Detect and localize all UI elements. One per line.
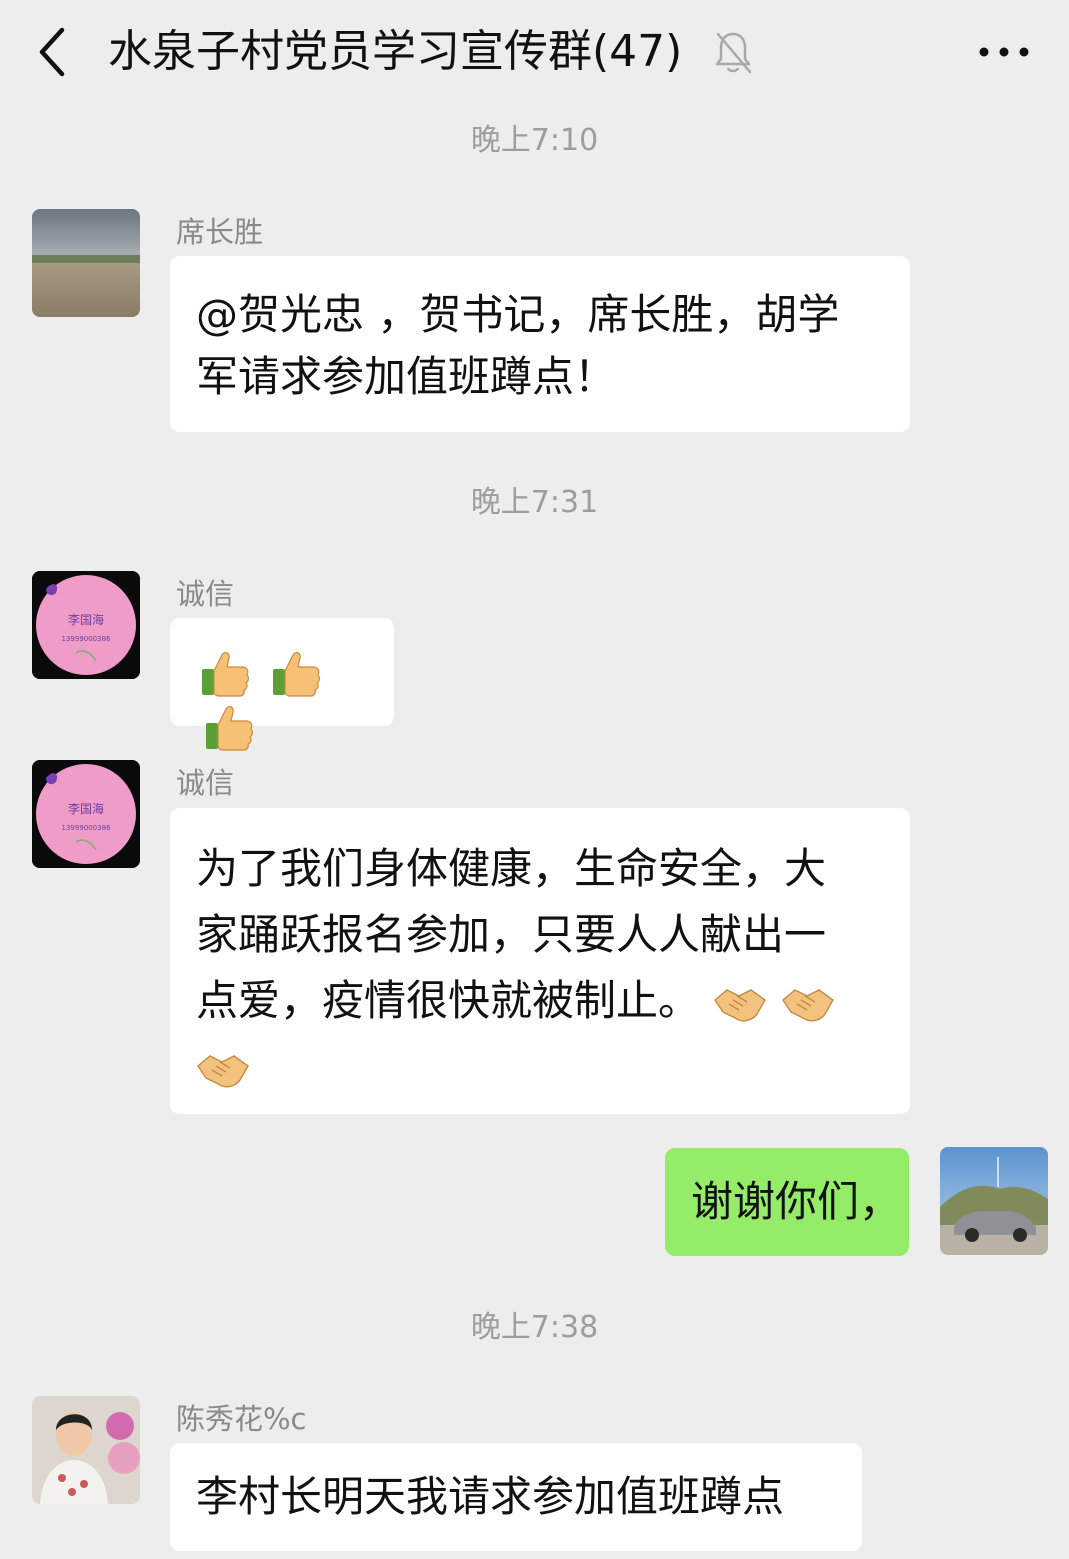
- avatar-phone-text: 13999000386: [62, 824, 112, 832]
- thumbs-up-icon: [202, 651, 249, 697]
- message-text-line: 点爱，疫情很快就被制止。: [196, 976, 701, 1025]
- avatar-chengxin[interactable]: 李国海 13999000386: [32, 571, 140, 679]
- message-bubble[interactable]: 为了我们身体健康，生命安全，大 家踊跃报名参加，只要人人献出一 点爱，疫情很快就…: [170, 808, 910, 1114]
- message-text-line: @贺光忠 ，贺书记，席长胜，胡学: [196, 290, 840, 339]
- sender-name: 席长胜: [176, 215, 264, 249]
- avatar-phone-text: 13999000386: [62, 635, 112, 643]
- message-text-line: 为了我们身体健康，生命安全，大: [196, 844, 827, 893]
- thumbs-up-icon: [273, 651, 321, 697]
- sender-name: 诚信: [176, 577, 235, 611]
- group-title: 水泉子村党员学习宣传群(47): [108, 26, 683, 77]
- back-button[interactable]: [30, 24, 80, 80]
- pink-circle-avatar-image: 李国海 13999000386: [32, 571, 140, 679]
- sender-name: 陈秀花%c: [176, 1402, 307, 1436]
- avatar-chenxiuhua[interactable]: [32, 1396, 140, 1504]
- avatar-chengxin[interactable]: 李国海 13999000386: [32, 760, 140, 868]
- message-bubble[interactable]: 李村长明天我请求参加值班蹲点: [170, 1443, 862, 1551]
- more-dots-icon: [979, 47, 1029, 57]
- my-avatar[interactable]: [940, 1147, 1048, 1255]
- handshake-icon: [197, 1054, 249, 1087]
- message-text-line: 军请求参加值班蹲点！: [196, 352, 617, 401]
- avatar-name-text: 李国海: [68, 612, 104, 627]
- message-timestamp: 晚上7:38: [470, 1310, 599, 1345]
- sender-name: 诚信: [176, 766, 235, 800]
- message-timestamp: 晚上7:31: [470, 485, 599, 520]
- thumbs-up-icon: [206, 706, 253, 751]
- message-timestamp: 晚上7:10: [470, 123, 599, 158]
- chat-header: 水泉子村党员学习宣传群(47): [0, 0, 1069, 104]
- handshake-icon: [714, 988, 767, 1021]
- my-message-bubble[interactable]: 谢谢你们，: [665, 1148, 909, 1256]
- message-text-line: 谢谢你们，: [691, 1177, 902, 1226]
- avatar-name-text: 李国海: [68, 801, 104, 816]
- bell-off-icon: [712, 28, 754, 76]
- landscape-avatar-image: [32, 209, 140, 317]
- message-text-line: 家踊跃报名参加，只要人人献出一: [196, 910, 827, 959]
- message-bubble[interactable]: [170, 618, 394, 751]
- car-avatar-image: [940, 1147, 1048, 1255]
- chevron-left-icon: [39, 27, 65, 77]
- more-button[interactable]: [972, 36, 1036, 68]
- message-bubble[interactable]: @贺光忠 ，贺书记，席长胜，胡学 军请求参加值班蹲点！: [170, 256, 910, 432]
- message-text-line: 李村长明天我请求参加值班蹲点: [196, 1472, 785, 1521]
- pink-circle-avatar-image: 李国海 13999000386: [32, 760, 140, 868]
- avatar-xichangsheng[interactable]: [32, 209, 140, 317]
- portrait-avatar-image: [32, 1396, 140, 1504]
- handshake-icon: [781, 988, 834, 1021]
